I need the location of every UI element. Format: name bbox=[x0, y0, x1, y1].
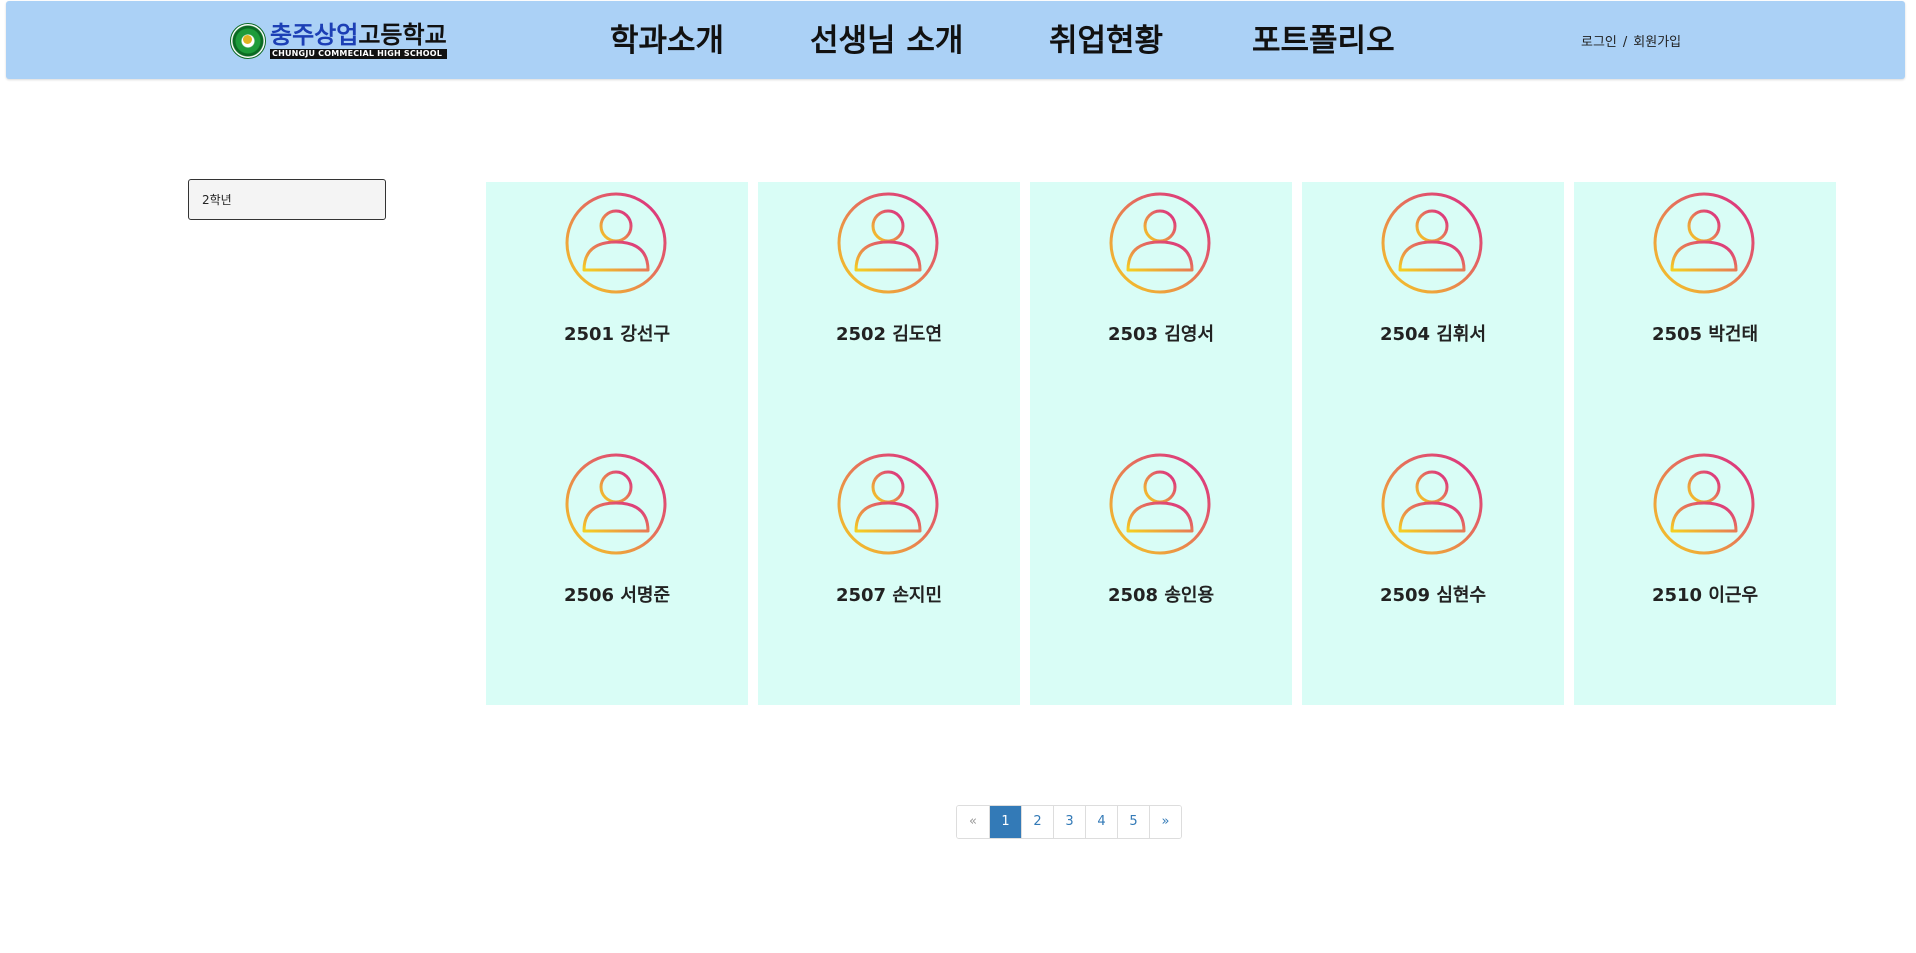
user-avatar-icon bbox=[1109, 453, 1211, 555]
logo-title-part1: 충주상업 bbox=[270, 21, 359, 49]
nav-item-department[interactable]: 학과소개 bbox=[610, 21, 724, 61]
student-card[interactable]: 2504 김휘서 bbox=[1302, 182, 1564, 443]
auth-links: 로그인 / 회원가입 bbox=[1581, 31, 1681, 50]
student-name: 2506 서명준 bbox=[563, 585, 671, 606]
nav-item-teachers[interactable]: 선생님 소개 bbox=[810, 21, 963, 61]
login-link[interactable]: 로그인 bbox=[1581, 35, 1617, 50]
pagination-page-3[interactable]: 3 bbox=[1053, 806, 1085, 838]
student-name: 2510 이근우 bbox=[1651, 585, 1759, 606]
pagination-page-2[interactable]: 2 bbox=[1021, 806, 1053, 838]
student-name: 2509 심현수 bbox=[1379, 585, 1487, 606]
nav-item-portfolio[interactable]: 포트폴리오 bbox=[1252, 21, 1395, 61]
user-avatar-icon bbox=[565, 192, 667, 294]
school-emblem-icon bbox=[230, 23, 266, 59]
user-avatar-icon bbox=[1381, 453, 1483, 555]
student-name: 2503 김영서 bbox=[1107, 324, 1215, 345]
user-avatar-icon bbox=[837, 453, 939, 555]
user-avatar-icon bbox=[1653, 453, 1755, 555]
pagination-page-1[interactable]: 1 bbox=[989, 806, 1021, 838]
school-logo[interactable]: 충주상업고등학교 CHUNGJU COMMECIAL HIGH SCHOOL bbox=[230, 19, 447, 63]
top-header: 충주상업고등학교 CHUNGJU COMMECIAL HIGH SCHOOL 학… bbox=[6, 1, 1905, 79]
signup-link[interactable]: 회원가입 bbox=[1633, 35, 1681, 50]
pagination-page-5[interactable]: 5 bbox=[1117, 806, 1149, 838]
student-card[interactable]: 2510 이근우 bbox=[1574, 443, 1836, 705]
user-avatar-icon bbox=[1381, 192, 1483, 294]
logo-text: 충주상업고등학교 CHUNGJU COMMECIAL HIGH SCHOOL bbox=[270, 23, 447, 59]
student-name: 2508 송인용 bbox=[1107, 585, 1215, 606]
grade-filter[interactable]: 2학년 bbox=[188, 179, 386, 220]
student-name: 2504 김휘서 bbox=[1379, 324, 1487, 345]
user-avatar-icon bbox=[565, 453, 667, 555]
auth-separator: / bbox=[1622, 35, 1628, 50]
pagination-page-4[interactable]: 4 bbox=[1085, 806, 1117, 838]
student-name: 2501 강선구 bbox=[563, 324, 671, 345]
student-name: 2505 박건태 bbox=[1651, 324, 1759, 345]
user-avatar-icon bbox=[837, 192, 939, 294]
student-card[interactable]: 2501 강선구 bbox=[486, 182, 748, 443]
nav-item-employment[interactable]: 취업현황 bbox=[1049, 21, 1163, 61]
student-card[interactable]: 2509 심현수 bbox=[1302, 443, 1564, 705]
pagination-prev[interactable]: « bbox=[957, 806, 989, 838]
student-card[interactable]: 2502 김도연 bbox=[758, 182, 1020, 443]
logo-subtitle: CHUNGJU COMMECIAL HIGH SCHOOL bbox=[270, 49, 447, 59]
logo-title: 충주상업고등학교 bbox=[270, 23, 447, 47]
student-card[interactable]: 2508 송인용 bbox=[1030, 443, 1292, 705]
student-name: 2502 김도연 bbox=[835, 324, 943, 345]
student-name: 2507 손지민 bbox=[835, 585, 943, 606]
logo-title-part2: 고등학교 bbox=[358, 21, 447, 49]
student-card[interactable]: 2506 서명준 bbox=[486, 443, 748, 705]
user-avatar-icon bbox=[1653, 192, 1755, 294]
student-card[interactable]: 2507 손지민 bbox=[758, 443, 1020, 705]
pagination-next[interactable]: » bbox=[1149, 806, 1181, 838]
user-avatar-icon bbox=[1109, 192, 1211, 294]
student-card[interactable]: 2503 김영서 bbox=[1030, 182, 1292, 443]
student-card[interactable]: 2505 박건태 bbox=[1574, 182, 1836, 443]
pagination: « 1 2 3 4 5 » bbox=[956, 805, 1182, 839]
